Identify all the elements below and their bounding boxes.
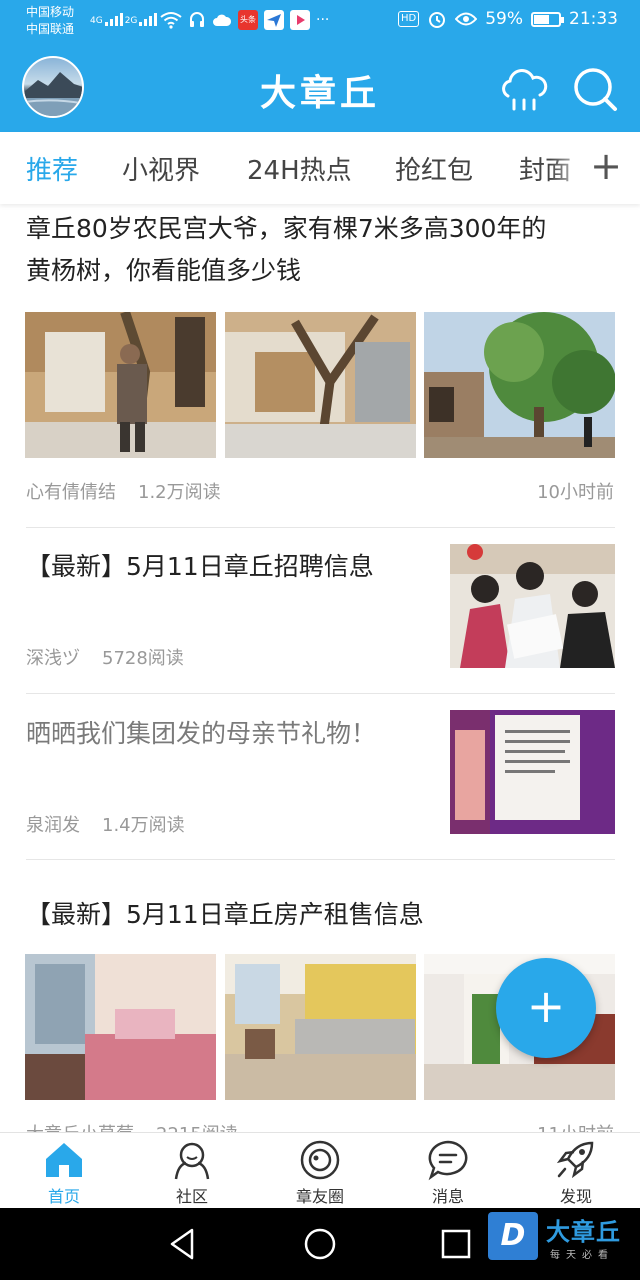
nav-community[interactable]: 社区 — [142, 1139, 242, 1207]
article-3-thumbnail[interactable] — [450, 710, 615, 834]
article-1-title-line-1[interactable]: 章丘80岁农民宫大爷，家有棵7米多高300年的 — [26, 208, 546, 250]
article-1-image-2[interactable] — [225, 312, 416, 458]
article-4-meta: 大章丘小草莓 2215阅读 — [26, 1120, 238, 1132]
headset-icon — [190, 12, 204, 27]
category-tabs: 推荐 小视界 24H热点 抢红包 封面 + — [0, 132, 640, 204]
article-1-image-1[interactable] — [25, 312, 216, 458]
article-1-time: 10小时前 — [537, 482, 614, 503]
watermark-slogan: 每天必看 — [550, 1250, 614, 1261]
divider — [26, 693, 615, 694]
hd-badge: HD — [397, 11, 420, 27]
search-icon[interactable] — [568, 62, 624, 118]
paper-plane-app-icon — [264, 10, 284, 30]
article-3-meta: 泉润发 1.4万阅读 — [26, 811, 185, 837]
watermark-logo: D — [488, 1212, 538, 1260]
brand-watermark: D 大章丘 每天必看 — [488, 1212, 634, 1272]
notification-icons: 头条 ··· — [160, 10, 329, 30]
article-4-image-1[interactable] — [25, 954, 216, 1100]
article-3-title[interactable]: 晒晒我们集团发的母亲节礼物！ — [26, 713, 376, 755]
nav-discover[interactable]: 发现 — [526, 1139, 626, 1207]
article-1-author[interactable]: 心有倩倩结 — [26, 482, 116, 503]
article-3-reads: 1.4万阅读 — [102, 815, 185, 836]
article-1-meta: 心有倩倩结 1.2万阅读 — [26, 478, 221, 504]
article-2-thumbnail[interactable] — [450, 544, 615, 668]
article-4-author[interactable]: 大章丘小草莓 — [26, 1124, 134, 1132]
home-icon — [46, 1143, 82, 1177]
network-type-2: 2G — [124, 16, 138, 26]
article-2-author[interactable]: 深浅ヅ — [26, 648, 80, 669]
tab-recommend[interactable]: 推荐 — [26, 150, 78, 187]
battery-percent: 59% — [485, 9, 523, 29]
circle-icon — [300, 1140, 340, 1180]
message-icon — [428, 1140, 468, 1181]
signal-bars-1-icon — [104, 10, 123, 26]
rocket-icon — [556, 1141, 594, 1179]
clock: 21:33 — [569, 9, 618, 29]
divider — [26, 527, 615, 528]
toutiao-app-icon: 头条 — [238, 10, 258, 30]
divider — [26, 859, 615, 860]
battery-icon — [531, 11, 564, 27]
system-status: HD 59% 21:33 — [397, 9, 618, 29]
article-4-reads: 2215阅读 — [156, 1124, 238, 1132]
carrier-info: 中国移动 中国联通 — [26, 4, 74, 38]
compose-fab-button[interactable]: + — [496, 958, 596, 1058]
nav-home[interactable]: 首页 — [14, 1139, 114, 1207]
video-app-icon — [290, 10, 310, 30]
wifi-icon — [160, 12, 182, 29]
battery-fill — [534, 14, 550, 24]
carrier-2: 中国联通 — [26, 22, 75, 36]
article-3-author[interactable]: 泉润发 — [26, 815, 80, 836]
bottom-navigation: 首页 社区 章友圈 消息 发现 — [0, 1132, 640, 1208]
article-4-title[interactable]: 【最新】5月11日章丘房产租售信息 — [26, 894, 424, 936]
article-1-image-3[interactable] — [424, 312, 615, 458]
article-4-time: 11小时前 — [537, 1120, 614, 1132]
tab-small-vision[interactable]: 小视界 — [122, 150, 200, 187]
nav-circle[interactable]: 章友圈 — [270, 1139, 370, 1207]
network-type-1: 4G — [90, 16, 103, 26]
article-2-title[interactable]: 【最新】5月11日章丘招聘信息 — [26, 546, 374, 588]
recent-apps-icon[interactable] — [438, 1226, 474, 1262]
nav-messages-label: 消息 — [431, 1187, 464, 1206]
add-tab-button[interactable]: + — [590, 144, 622, 188]
signal-bars-2-icon — [139, 10, 158, 26]
weather-icon[interactable] — [496, 62, 552, 118]
tab-red-packet[interactable]: 抢红包 — [395, 150, 473, 187]
article-4-image-2[interactable] — [225, 954, 416, 1100]
community-icon — [174, 1142, 210, 1180]
watermark-name: 大章丘 — [546, 1218, 621, 1246]
tab-24h-hot[interactable]: 24H热点 — [247, 150, 352, 187]
nav-community-label: 社区 — [175, 1187, 208, 1206]
cloud-icon — [213, 14, 232, 26]
signal-indicators: 4G 2G — [90, 10, 158, 26]
system-navigation-bar: D 大章丘 每天必看 — [0, 1208, 640, 1280]
eye-comfort-icon — [455, 12, 478, 26]
nav-circle-label: 章友圈 — [295, 1187, 344, 1206]
article-1-reads: 1.2万阅读 — [138, 482, 221, 503]
nav-home-label: 首页 — [47, 1187, 80, 1206]
nav-discover-label: 发现 — [559, 1187, 592, 1206]
app-header: 大章丘 — [0, 44, 640, 132]
article-2-reads: 5728阅读 — [102, 648, 184, 669]
status-bar: 中国移动 中国联通 4G 2G 头条 ··· HD 59% 21:33 — [0, 0, 640, 44]
article-2-meta: 深浅ヅ 5728阅读 — [26, 644, 184, 670]
article-1-title-line-2[interactable]: 黄杨树，你看能值多少钱 — [26, 250, 301, 292]
back-icon[interactable] — [164, 1226, 200, 1262]
home-button-icon[interactable] — [302, 1226, 338, 1262]
alarm-icon — [429, 12, 446, 28]
more-notifications-icon: ··· — [316, 12, 330, 28]
carrier-1: 中国移动 — [26, 5, 75, 19]
nav-messages[interactable]: 消息 — [398, 1139, 498, 1207]
